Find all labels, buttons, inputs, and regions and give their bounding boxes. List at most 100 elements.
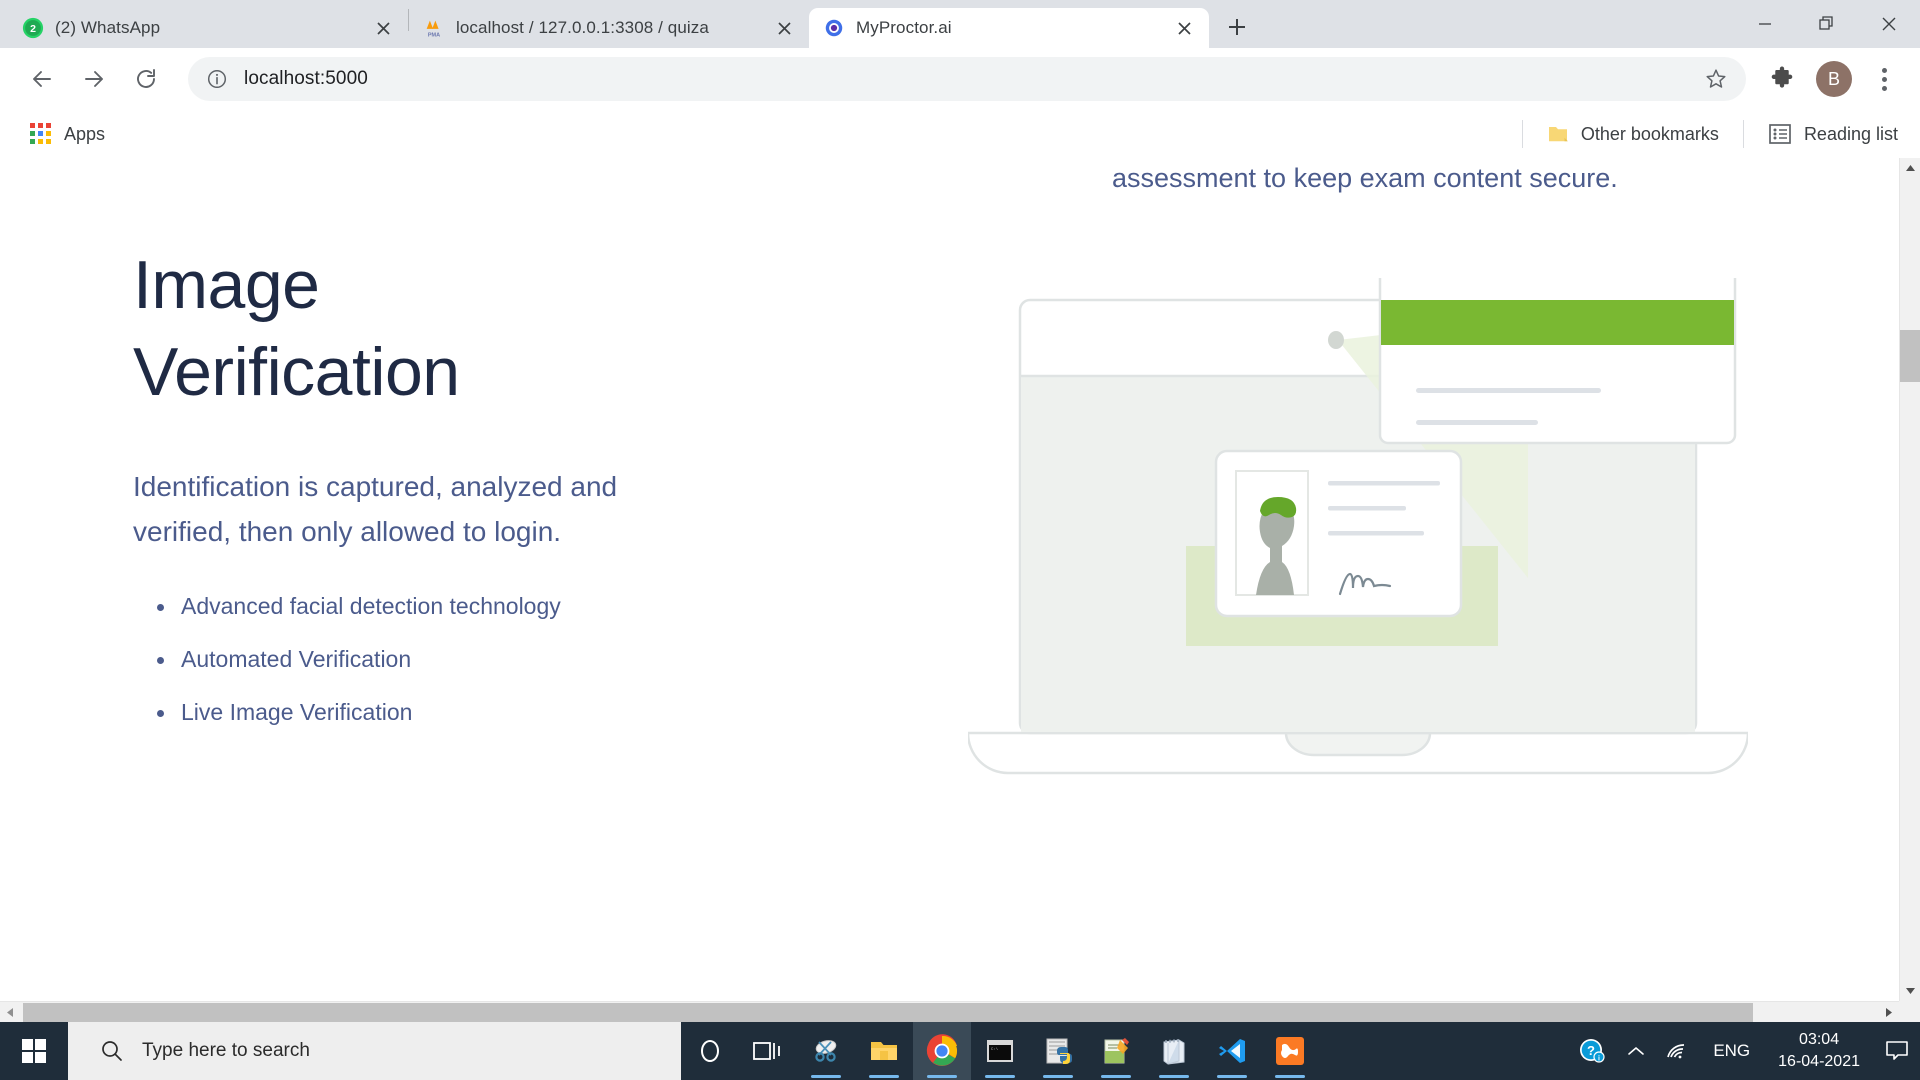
- reading-list-icon: [1768, 123, 1792, 145]
- list-item: Live Image Verification: [133, 701, 873, 724]
- new-tab-button[interactable]: [1219, 9, 1255, 45]
- language-indicator[interactable]: ENG: [1699, 1041, 1764, 1061]
- tab-myproctor[interactable]: MyProctor.ai: [809, 8, 1209, 48]
- clock[interactable]: 03:04 16-04-2021: [1764, 1022, 1874, 1080]
- browser-window: 2 (2) WhatsApp PMA localhost / 127.0.0.1…: [0, 0, 1920, 1022]
- minimize-button[interactable]: [1734, 0, 1796, 48]
- maximize-icon: [1818, 15, 1836, 33]
- plus-icon: [1227, 17, 1247, 37]
- cortana-button[interactable]: [681, 1022, 739, 1080]
- horizontal-scrollbar-thumb[interactable]: [23, 1003, 1753, 1022]
- reading-list-button[interactable]: Reading list: [1760, 119, 1906, 149]
- star-icon: [1704, 67, 1728, 91]
- tab-strip: 2 (2) WhatsApp PMA localhost / 127.0.0.1…: [0, 0, 1920, 48]
- scroll-down-arrow-icon: [1905, 987, 1916, 995]
- other-bookmarks-button[interactable]: Other bookmarks: [1539, 120, 1727, 149]
- close-icon: [376, 21, 391, 36]
- bookmarks-bar-right: Other bookmarks Reading list: [1506, 119, 1906, 149]
- bookmark-apps[interactable]: Apps: [22, 119, 113, 149]
- tab-phpmyadmin[interactable]: PMA localhost / 127.0.0.1:3308 / quiza: [409, 8, 809, 48]
- show-hidden-icons-button[interactable]: [1617, 1022, 1655, 1080]
- wifi-icon: [1665, 1041, 1689, 1061]
- close-window-button[interactable]: [1858, 0, 1920, 48]
- previous-section-cutoff-text: assessment to keep exam content secure.: [1112, 158, 1912, 199]
- tab-close-button[interactable]: [771, 15, 797, 41]
- phpmyadmin-icon: PMA: [423, 17, 445, 39]
- list-item: Automated Verification: [133, 648, 873, 671]
- reload-button[interactable]: [122, 55, 170, 103]
- page-title-line-1: Image: [133, 242, 873, 329]
- xampp-button[interactable]: [1261, 1022, 1319, 1080]
- page-title: Image Verification: [133, 242, 873, 416]
- text-editor-button[interactable]: [1087, 1022, 1145, 1080]
- reload-icon: [134, 67, 158, 91]
- python-idle-button[interactable]: [1029, 1022, 1087, 1080]
- scroll-up-arrow-icon: [1905, 164, 1916, 172]
- chrome-button[interactable]: [913, 1022, 971, 1080]
- web-page-content: assessment to keep exam content secure. …: [0, 158, 1883, 984]
- windows-start-icon: [22, 1039, 46, 1063]
- maximize-button[interactable]: [1796, 0, 1858, 48]
- cortana-icon: [697, 1038, 723, 1064]
- back-arrow-icon: [30, 67, 54, 91]
- start-button[interactable]: [0, 1022, 68, 1080]
- window-controls: [1734, 0, 1920, 48]
- scroll-down-button[interactable]: [1900, 981, 1920, 1001]
- tab-close-button[interactable]: [1171, 15, 1197, 41]
- task-view-button[interactable]: [739, 1022, 797, 1080]
- file-explorer-icon: [869, 1038, 899, 1064]
- file-explorer-button[interactable]: [855, 1022, 913, 1080]
- extensions-button[interactable]: [1760, 57, 1804, 101]
- browser-menu-button[interactable]: [1864, 57, 1904, 101]
- snipping-tool-button[interactable]: [797, 1022, 855, 1080]
- tab-close-button[interactable]: [370, 15, 396, 41]
- page-subtitle-line-1: Identification is captured, analyzed and: [133, 464, 773, 509]
- vertical-scrollbar-thumb[interactable]: [1900, 330, 1920, 382]
- whatsapp-icon: 2: [22, 17, 44, 39]
- kebab-dot: [1882, 77, 1887, 82]
- kebab-dot: [1882, 68, 1887, 73]
- help-question-icon: ? i: [1577, 1036, 1607, 1066]
- search-placeholder: Type here to search: [142, 1040, 310, 1062]
- terminal-icon: C:\: [985, 1038, 1015, 1064]
- snipping-tool-icon: [811, 1036, 841, 1066]
- scroll-right-button[interactable]: [1879, 1002, 1899, 1023]
- address-bar[interactable]: localhost:5000: [188, 57, 1746, 101]
- network-button[interactable]: [1655, 1022, 1699, 1080]
- horizontal-scrollbar[interactable]: [0, 1001, 1899, 1022]
- taskbar-search-input[interactable]: Type here to search: [68, 1022, 681, 1080]
- scroll-left-button[interactable]: [0, 1002, 20, 1023]
- svg-text:C:\: C:\: [991, 1047, 999, 1052]
- bookmark-label: Reading list: [1804, 124, 1898, 145]
- minimize-icon: [1757, 16, 1773, 32]
- forward-button[interactable]: [70, 55, 118, 103]
- system-tray: ? i ENG 03:04 16-04-2021: [1567, 1022, 1920, 1080]
- vscode-button[interactable]: [1203, 1022, 1261, 1080]
- task-view-icon: [753, 1039, 783, 1063]
- profile-avatar[interactable]: B: [1816, 61, 1852, 97]
- bookmark-star-button[interactable]: [1694, 57, 1738, 101]
- show-hidden-icons-chevron: [1627, 1045, 1645, 1057]
- windows-taskbar: Type here to search: [0, 1022, 1920, 1080]
- tab-whatsapp[interactable]: 2 (2) WhatsApp: [8, 8, 408, 48]
- clock-date: 16-04-2021: [1778, 1051, 1860, 1073]
- svg-text:i: i: [1598, 1056, 1600, 1063]
- xampp-icon: [1275, 1036, 1305, 1066]
- page-viewport: assessment to keep exam content secure. …: [0, 158, 1920, 1022]
- scroll-up-button[interactable]: [1900, 158, 1920, 178]
- page-title-line-2: Verification: [133, 329, 873, 416]
- notepad-button[interactable]: [1145, 1022, 1203, 1080]
- tab-title: MyProctor.ai: [856, 18, 952, 38]
- page-subtitle-line-2: verified, then only allowed to login.: [133, 509, 773, 554]
- back-button[interactable]: [18, 55, 66, 103]
- help-button[interactable]: ? i: [1567, 1022, 1617, 1080]
- url-text[interactable]: localhost:5000: [244, 68, 1694, 90]
- vertical-scrollbar[interactable]: [1899, 158, 1920, 1001]
- info-icon: [206, 68, 228, 90]
- python-idle-icon: [1043, 1037, 1073, 1065]
- action-center-button[interactable]: [1874, 1022, 1920, 1080]
- list-item: Advanced facial detection technology: [133, 595, 873, 618]
- chrome-icon: [925, 1034, 959, 1068]
- folder-icon: [1547, 124, 1569, 144]
- terminal-button[interactable]: C:\: [971, 1022, 1029, 1080]
